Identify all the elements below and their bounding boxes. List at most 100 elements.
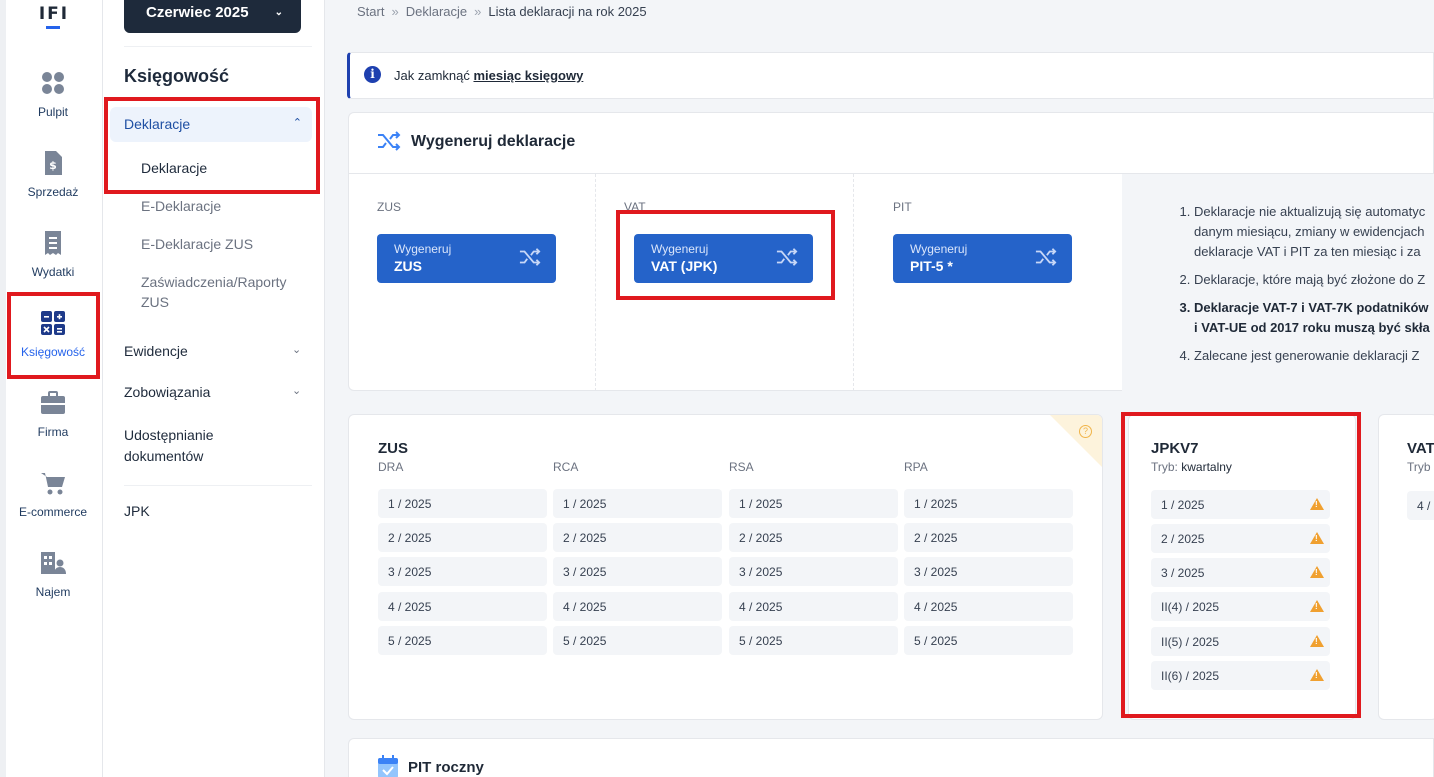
shuffle-icon [519,248,541,266]
zus-period-cell[interactable]: 3 / 2025 [729,557,898,586]
info-text: Jak zamknąć miesiąc księgowy [394,68,583,83]
rail-item-wydatki[interactable]: Wydatki [6,230,100,279]
zus-period-cell[interactable]: 2 / 2025 [378,523,547,552]
zus-period-cell[interactable]: 5 / 2025 [729,626,898,655]
zus-period-cell[interactable]: 5 / 2025 [553,626,722,655]
jpk-period-cell[interactable]: 3 / 2025 [1151,558,1330,587]
menu-item-jpk[interactable]: JPK [124,503,150,519]
info-link[interactable]: miesiąc księgowy [473,68,583,83]
zus-period-cell[interactable]: 1 / 2025 [378,489,547,518]
generate-col-vat: VAT Wygeneruj VAT (JPK) [596,174,854,391]
note-line: danym miesiącu, zmiany w ewidencjach [1194,224,1425,239]
note-item: Deklaracje, które mają być złożone do Z [1194,270,1434,290]
menu-sub-e-deklaracje-zus[interactable]: E-Deklaracje ZUS [141,234,306,254]
zus-period-cell[interactable]: 4 / 2025 [378,592,547,621]
pit-card-title: PIT roczny [408,759,484,776]
jpk-period-cell[interactable]: II(5) / 2025 [1151,627,1330,656]
briefcase-icon [41,391,65,414]
app-logo[interactable]: IFI [38,4,70,24]
calendar-check-icon [378,755,398,777]
vat-card-title: VAT [1407,440,1434,457]
breadcrumb-separator-icon: » [391,4,399,19]
jpk-period-cell[interactable]: 2 / 2025 [1151,524,1330,553]
menu-title: Księgowość [124,66,230,86]
generate-pit-button[interactable]: Wygeneruj PIT-5 * [893,234,1072,283]
jpk-period-label: II(5) / 2025 [1161,635,1220,649]
side-menu: Czerwiec 2025 ⌄ Księgowość Deklaracje ⌃ … [103,0,325,777]
menu-item-udostepnianie[interactable]: Udostępnianie dokumentów [124,425,244,467]
zus-period-cell[interactable]: 2 / 2025 [904,523,1073,552]
rail-item-firma[interactable]: Firma [6,390,100,439]
jpk-period-cell[interactable]: II(4) / 2025 [1151,592,1330,621]
rail-label-sprzedaz: Sprzedaż [27,185,79,199]
zus-period-cell[interactable]: 1 / 2025 [904,489,1073,518]
zus-period-cell[interactable]: 2 / 2025 [553,523,722,552]
breadcrumb-current: Lista deklaracji na rok 2025 [488,4,647,19]
generate-zus-button[interactable]: Wygeneruj ZUS [377,234,556,283]
note-line: i VAT-UE od 2017 roku muszą być skła [1194,320,1430,335]
zus-period-cell[interactable]: 3 / 2025 [904,557,1073,586]
note-item: Deklaracje VAT-7 i VAT-7K podatników i VA… [1194,298,1434,338]
rail-label-ecommerce: E-commerce [18,505,87,519]
zus-col-header: RCA [553,460,579,474]
button-label: ZUS [394,258,422,274]
jpk-period-cell[interactable]: 1 / 2025 [1151,490,1330,519]
rail-label-najem: Najem [35,585,71,599]
vat-card: VAT Tryb 4 / [1378,414,1434,720]
zus-period-cell[interactable]: 5 / 2025 [904,626,1073,655]
jpk-period-label: 1 / 2025 [1161,498,1205,512]
rail-label-firma: Firma [37,425,69,439]
rail-item-pulpit[interactable]: Pulpit [6,70,100,119]
warning-icon [1310,566,1324,578]
zus-period-cell[interactable]: 4 / 2025 [904,592,1073,621]
zus-period-cell[interactable]: 1 / 2025 [553,489,722,518]
zus-period-cell[interactable]: 3 / 2025 [553,557,722,586]
menu-group-label: Zobowiązania [124,384,211,400]
breadcrumb: Start » Deklaracje » Lista deklaracji na rok… [357,4,647,19]
chevron-up-icon: ⌃ [292,117,302,129]
menu-group-label: Ewidencje [124,343,188,359]
building-icon [41,552,66,574]
generate-declarations-card: Wygeneruj deklaracje ZUS Wygeneruj ZUS V… [348,112,1434,391]
month-selector[interactable]: Czerwiec 2025 ⌄ [124,0,301,33]
rail-item-ksiegowosc[interactable]: Księgowość [6,310,100,359]
info-banner: i Jak zamknąć miesiąc księgowy [347,52,1434,99]
menu-sub-e-deklaracje[interactable]: E-Deklaracje [141,196,306,216]
vat-period-cell[interactable]: 4 / [1407,491,1434,520]
invoice-icon: $ [45,151,62,175]
breadcrumb-start[interactable]: Start [357,4,384,19]
zus-period-cell[interactable]: 4 / 2025 [729,592,898,621]
menu-group-ewidencje[interactable]: Ewidencje ⌄ [124,343,301,359]
zus-period-cell[interactable]: 5 / 2025 [378,626,547,655]
dashboard-icon [42,72,64,94]
jpk-card-title: JPKV7 [1151,440,1199,457]
shuffle-icon [378,131,401,151]
zus-col-header: RSA [729,460,754,474]
warning-icon [1310,498,1324,510]
generate-card-header: Wygeneruj deklaracje [349,113,1433,174]
zus-period-cell[interactable]: 2 / 2025 [729,523,898,552]
menu-sub-deklaracje[interactable]: Deklaracje [141,158,306,178]
generate-vat-button[interactable]: Wygeneruj VAT (JPK) [634,234,813,283]
menu-group-zobowiazania[interactable]: Zobowiązania ⌄ [124,384,301,400]
corner-decoration [1050,415,1102,467]
menu-group-deklaracje[interactable]: Deklaracje ⌃ [110,107,312,142]
zus-period-cell[interactable]: 4 / 2025 [553,592,722,621]
breadcrumb-deklaracje[interactable]: Deklaracje [406,4,467,19]
note-line: Deklaracje, które mają być złożone do Z [1194,272,1426,287]
help-icon[interactable]: ? [1079,425,1092,438]
rail-item-najem[interactable]: Najem [6,550,100,599]
menu-sub-zaswiadczenia[interactable]: Zaświadczenia/Raporty ZUS [141,272,306,312]
zus-period-cell[interactable]: 3 / 2025 [378,557,547,586]
zus-period-cell[interactable]: 1 / 2025 [729,489,898,518]
menu-divider [124,46,312,47]
generate-col-label: PIT [893,200,912,214]
rail-item-sprzedaz[interactable]: $ Sprzedaż [6,150,100,199]
generate-col-pit: PIT Wygeneruj PIT-5 * [854,174,1122,391]
rail-item-ecommerce[interactable]: E-commerce [6,470,100,519]
rail-label-pulpit: Pulpit [37,105,69,119]
note-item: Deklaracje nie aktualizują się automatyc… [1194,202,1434,262]
generate-col-zus: ZUS Wygeneruj ZUS [349,174,596,391]
cart-icon [41,473,65,495]
jpk-period-cell[interactable]: II(6) / 2025 [1151,661,1330,690]
